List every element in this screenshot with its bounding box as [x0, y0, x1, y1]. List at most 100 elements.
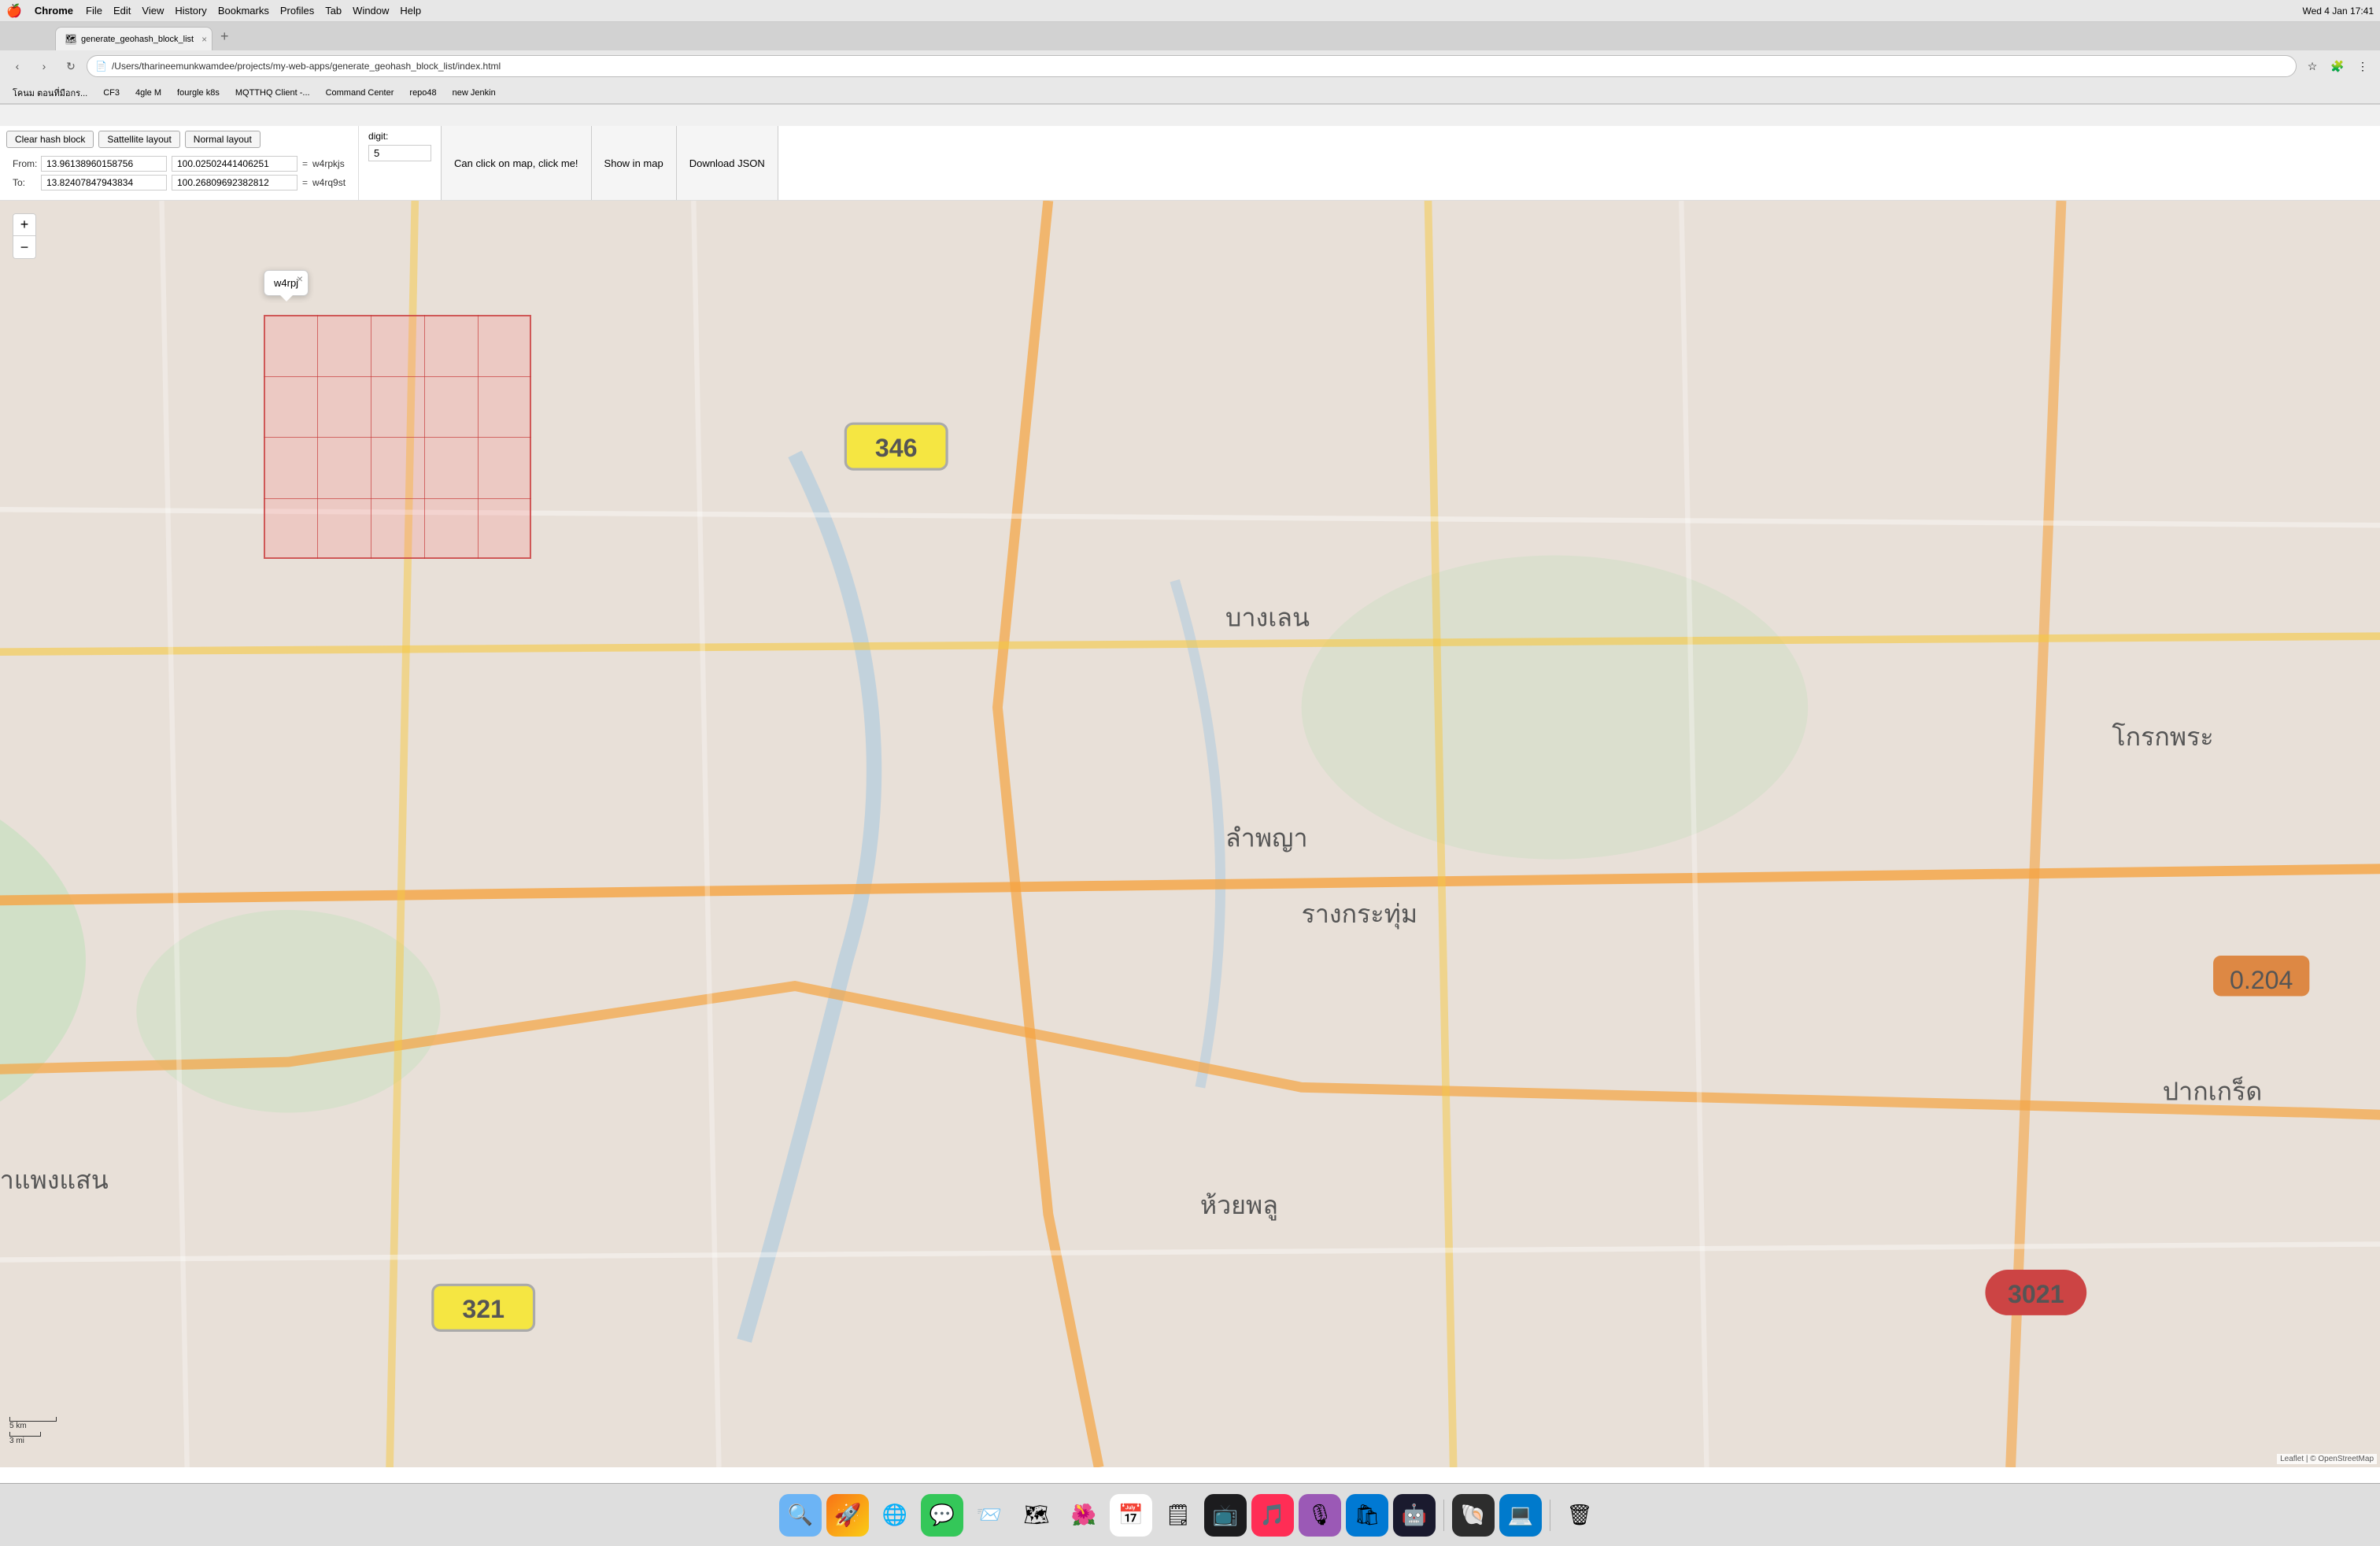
bookmark-button[interactable]: ☆	[2301, 55, 2323, 77]
to-equals: =	[302, 177, 308, 188]
scale-km-label: 5 km	[9, 1422, 27, 1430]
new-tab-button[interactable]: +	[214, 28, 235, 45]
dock-trash[interactable]: 🗑	[1558, 1494, 1601, 1537]
menu-bar-items: File Edit View History Bookmarks Profile…	[86, 5, 421, 17]
bookmark-0[interactable]: โคนม ตอนที่มือกร...	[6, 84, 94, 102]
download-json-button[interactable]: Download JSON	[677, 126, 778, 200]
from-lat-input[interactable]	[41, 156, 167, 172]
dock-appstore[interactable]: 🛍	[1346, 1494, 1388, 1537]
map-popup: × w4rpj	[264, 270, 309, 296]
bookmark-3[interactable]: fourgle k8s	[171, 87, 226, 99]
menu-edit[interactable]: Edit	[113, 5, 131, 17]
geohash-grid-container	[264, 315, 531, 559]
tab-favicon: 🗺	[65, 34, 76, 45]
dock-photos[interactable]: 🌺	[1062, 1494, 1105, 1537]
bookmark-1-label: CF3	[103, 88, 120, 98]
dock-finder[interactable]: 🔍	[779, 1494, 822, 1537]
dock-launchpad[interactable]: 🚀	[826, 1494, 869, 1537]
click-on-map-button[interactable]: Can click on map, click me!	[442, 126, 592, 200]
bookmark-1[interactable]: CF3	[97, 87, 126, 99]
svg-text:3021: 3021	[2008, 1280, 2064, 1308]
menu-help[interactable]: Help	[400, 5, 421, 17]
menu-bookmarks[interactable]: Bookmarks	[218, 5, 269, 17]
svg-text:โกรกพระ: โกรกพระ	[2112, 723, 2213, 751]
bookmark-4[interactable]: MQTTHQ Client -...	[229, 87, 316, 99]
satellite-layout-button[interactable]: Sattellite layout	[98, 131, 179, 148]
dock-mail[interactable]: 📨	[968, 1494, 1011, 1537]
right-controls: digit: Can click on map, click me! Show …	[358, 126, 778, 200]
forward-button[interactable]: ›	[33, 55, 55, 77]
show-in-map-button[interactable]: Show in map	[592, 126, 677, 200]
popup-hash-text: w4rpj	[274, 277, 298, 289]
grid-hline-1	[264, 376, 531, 377]
dock-vscode[interactable]: 💻	[1499, 1494, 1542, 1537]
popup-close-icon[interactable]: ×	[297, 272, 303, 285]
map-zoom-controls: + −	[13, 213, 36, 259]
from-hash: w4rpkjs	[312, 158, 345, 169]
bookmark-2[interactable]: 4gle M	[129, 87, 168, 99]
back-button[interactable]: ‹	[6, 55, 28, 77]
menu-button[interactable]: ⋮	[2352, 55, 2374, 77]
from-label: From:	[13, 158, 36, 169]
menu-profiles[interactable]: Profiles	[280, 5, 314, 17]
dock-podcasts[interactable]: 🎙	[1299, 1494, 1341, 1537]
menu-history[interactable]: History	[175, 5, 206, 17]
svg-text:346: 346	[875, 434, 918, 462]
extensions-button[interactable]: 🧩	[2326, 55, 2349, 77]
menu-window[interactable]: Window	[353, 5, 389, 17]
svg-text:ห้วยพลู: ห้วยพลู	[1200, 1191, 1278, 1221]
from-lng-input[interactable]	[172, 156, 298, 172]
digit-panel: digit:	[359, 126, 442, 200]
dock-calendar[interactable]: 📅	[1110, 1494, 1152, 1537]
browser-tab-active[interactable]: 🗺 generate_geohash_block_list ×	[55, 27, 213, 50]
menu-view[interactable]: View	[142, 5, 164, 17]
dock-music[interactable]: 🎵	[1251, 1494, 1294, 1537]
to-lat-input[interactable]	[41, 175, 167, 190]
map-attribution: Leaflet | © OpenStreetMap	[2277, 1454, 2377, 1464]
bookmark-6[interactable]: repo48	[403, 87, 442, 99]
dock-appletv[interactable]: 📺	[1204, 1494, 1247, 1537]
bookmarks-bar: โคนม ตอนที่มือกร... CF3 4gle M fourgle k…	[0, 82, 2380, 104]
dock-maps[interactable]: 🗺	[1015, 1494, 1058, 1537]
refresh-button[interactable]: ↻	[60, 55, 82, 77]
svg-text:รางกระทุ่ม: รางกระทุ่ม	[1302, 900, 1418, 930]
address-protocol: 📄	[95, 61, 107, 72]
address-text: /Users/tharineemunkwamdee/projects/my-we…	[112, 61, 2288, 72]
menu-time: Wed 4 Jan 17:41	[2302, 6, 2374, 17]
browser-tabs: 🗺 generate_geohash_block_list × +	[0, 22, 2380, 50]
tab-close-icon[interactable]: ×	[201, 34, 207, 45]
dock-notes[interactable]: 🗒	[1157, 1494, 1199, 1537]
zoom-in-button[interactable]: +	[13, 214, 35, 236]
tab-label: generate_geohash_block_list	[81, 35, 194, 44]
apple-menu[interactable]: 🍎	[6, 3, 22, 19]
normal-layout-button[interactable]: Normal layout	[185, 131, 261, 148]
to-lng-input[interactable]	[172, 175, 298, 190]
dock-ai[interactable]: 🤖	[1393, 1494, 1436, 1537]
svg-text:กำแพงแสน: กำแพงแสน	[0, 1166, 109, 1194]
clear-hash-block-button[interactable]: Clear hash block	[6, 131, 94, 148]
from-equals: =	[302, 158, 308, 169]
svg-text:บางเลน: บางเลน	[1225, 604, 1310, 632]
zoom-out-button[interactable]: −	[13, 236, 35, 258]
menu-bar: 🍎 Chrome File Edit View History Bookmark…	[0, 0, 2380, 22]
address-bar[interactable]: 📄 /Users/tharineemunkwamdee/projects/my-…	[87, 55, 2297, 77]
top-controls: Clear hash block Sattellite layout Norma…	[0, 126, 2380, 201]
to-label: To:	[13, 177, 36, 188]
app-menu-chrome[interactable]: Chrome	[35, 5, 73, 17]
bookmark-4-label: MQTTHQ Client -...	[235, 88, 310, 98]
bookmark-7-label: new Jenkin	[453, 88, 496, 98]
svg-text:321: 321	[462, 1295, 504, 1323]
menu-file[interactable]: File	[86, 5, 102, 17]
bookmark-7[interactable]: new Jenkin	[446, 87, 502, 99]
dock-messages[interactable]: 💬	[921, 1494, 963, 1537]
bookmark-5[interactable]: Command Center	[320, 87, 401, 99]
bookmark-5-label: Command Center	[326, 88, 394, 98]
scale-mi-label: 3 mi	[9, 1437, 24, 1445]
map-container[interactable]: 346 321 375 81 บางเลน บางเลน รางกระทุ่ม …	[0, 201, 2380, 1467]
digit-input[interactable]	[368, 145, 431, 161]
to-row: To: = w4rq9st	[6, 173, 352, 192]
menu-tab[interactable]: Tab	[325, 5, 342, 17]
dock-safari[interactable]: 🌐	[874, 1494, 916, 1537]
dock-terminal[interactable]: 🐚	[1452, 1494, 1495, 1537]
browser-actions: ☆ 🧩 ⋮	[2301, 55, 2374, 77]
